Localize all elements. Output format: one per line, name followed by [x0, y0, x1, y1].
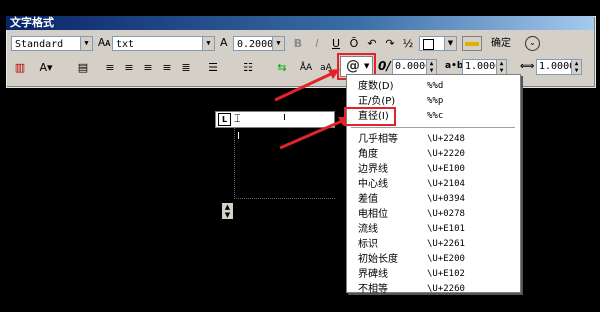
diameter-highlight-box [344, 107, 396, 126]
menu-item-code: \U+E101 [427, 224, 465, 234]
menu-item[interactable]: 不相等 \U+2260 [347, 282, 517, 297]
menu-item-label: 流线 [358, 224, 378, 235]
menu-item-code: \U+2126 [427, 299, 465, 309]
menu-item[interactable]: 初始长度 \U+E200 [347, 252, 517, 267]
menu-item[interactable]: 角度 \U+2220 [347, 147, 517, 162]
menu-item-label: 界碑线 [358, 269, 388, 280]
symbol-menu: 度数(D) %%d 正/负(P) %%p 直径(I) %%c 几乎相等 \U+2248 角度 \U… [344, 74, 521, 310]
menu-item-label: 中心线 [358, 179, 388, 190]
menu-item-code: \U+2248 [427, 134, 465, 144]
menu-item[interactable]: 欧姆 \U+2126 [347, 297, 517, 312]
menu-item-label: 电相位 [358, 209, 388, 220]
menu-item[interactable]: 标识 \U+2261 [347, 237, 517, 252]
menu-item-code: \U+0394 [427, 194, 465, 204]
menu-item-code: %%d [427, 81, 444, 91]
menu-item[interactable]: 界碑线 \U+E102 [347, 267, 517, 282]
menu-item-label: 不相等 [358, 284, 388, 295]
menu-item[interactable]: 中心线 \U+2104 [347, 177, 517, 192]
menu-item-label: 欧姆 [358, 299, 378, 310]
menu-item-label: 标识 [358, 239, 378, 250]
menu-item-code: %%c [427, 111, 444, 121]
menu-item[interactable]: 几乎相等 \U+2248 [347, 132, 517, 147]
menu-item-label: 几乎相等 [358, 134, 398, 145]
menu-item-code: \U+2261 [427, 239, 465, 249]
menu-item-code: \U+E100 [427, 164, 465, 174]
menu-item[interactable]: 度数(D) %%d [347, 79, 517, 94]
menu-item-label: 角度 [358, 149, 378, 160]
menu-item-code: \U+0278 [427, 209, 465, 219]
menu-item-code: \U+2104 [427, 179, 465, 189]
menu-item-label: 边界线 [358, 164, 388, 175]
menu-separator [351, 127, 515, 128]
arrow-to-symbol [274, 71, 334, 102]
menu-item[interactable]: 边界线 \U+E100 [347, 162, 517, 177]
menu-item-code: \U+2220 [427, 149, 465, 159]
menu-item-label: 差值 [358, 194, 378, 205]
menu-item-code: \U+E200 [427, 254, 465, 264]
menu-item-code: \U+E102 [427, 269, 465, 279]
menu-item-code: %%p [427, 96, 444, 106]
menu-item[interactable]: 电相位 \U+0278 [347, 207, 517, 222]
menu-item-label: 度数(D) [358, 81, 394, 92]
menu-item-label: 初始长度 [358, 254, 398, 265]
menu-item[interactable]: 流线 \U+E101 [347, 222, 517, 237]
arrow-to-diameter [279, 119, 343, 150]
menu-item-code: \U+2260 [427, 284, 465, 294]
menu-item[interactable]: 差值 \U+0394 [347, 192, 517, 207]
